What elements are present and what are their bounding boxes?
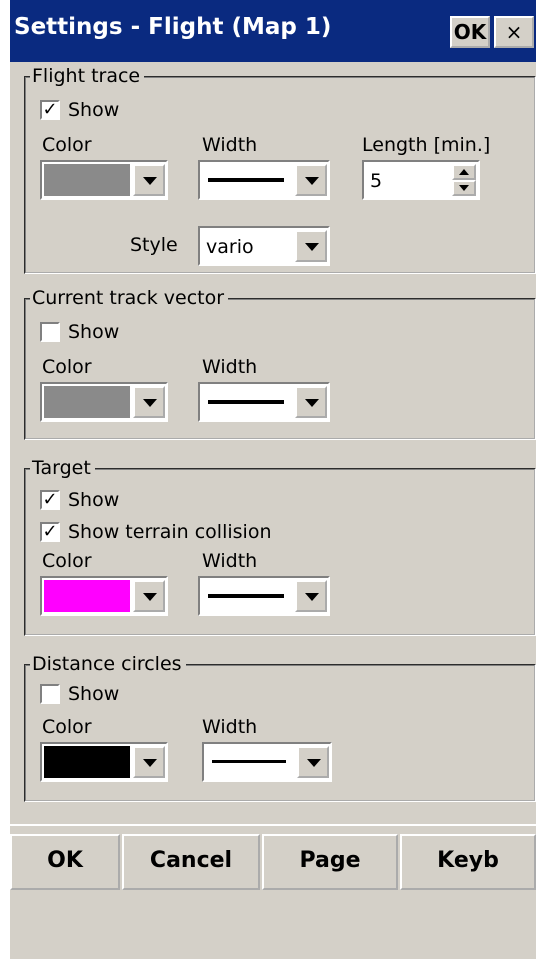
- flight-trace-style-label: Style: [130, 234, 178, 256]
- target-color-swatch: [44, 580, 130, 612]
- left-edge: [0, 0, 10, 959]
- flight-trace-length-label: Length [min.]: [362, 134, 491, 156]
- spinner-buttons: [452, 164, 476, 196]
- close-icon[interactable]: ×: [494, 16, 534, 48]
- flight-trace-length-value: 5: [370, 170, 383, 192]
- target-legend: Target: [30, 456, 95, 480]
- line-width-sample: [212, 760, 286, 763]
- flight-trace-color-label: Color: [42, 134, 92, 156]
- flight-trace-length-spinner[interactable]: 5: [362, 160, 480, 200]
- flight-trace-group: Flight trace ✓ Show Color Width Length […: [24, 64, 536, 274]
- target-show-checkbox[interactable]: ✓: [40, 490, 60, 510]
- current-track-vector-color-swatch: [44, 386, 130, 418]
- flight-trace-style-dropdown[interactable]: vario: [198, 226, 330, 266]
- chevron-down-icon[interactable]: [133, 746, 165, 778]
- window-title: Settings - Flight (Map 1): [14, 14, 332, 40]
- chevron-down-icon[interactable]: [295, 230, 327, 262]
- line-width-sample: [208, 178, 284, 182]
- title-bar: Settings - Flight (Map 1) OK ×: [10, 0, 536, 62]
- ok-button[interactable]: OK: [10, 834, 120, 890]
- spin-down-icon[interactable]: [452, 180, 476, 196]
- distance-circles-show-label: Show: [68, 683, 120, 705]
- title-ok-button[interactable]: OK: [450, 16, 490, 48]
- distance-circles-legend: Distance circles: [30, 652, 186, 676]
- spin-up-icon[interactable]: [452, 164, 476, 180]
- current-track-vector-show-label: Show: [68, 321, 120, 343]
- bottom-button-bar: OK Cancel Page Keyb: [10, 824, 536, 959]
- current-track-vector-color-dropdown[interactable]: [40, 382, 168, 422]
- chevron-down-icon[interactable]: [295, 164, 327, 196]
- target-width-label: Width: [202, 550, 258, 572]
- chevron-down-icon[interactable]: [295, 386, 327, 418]
- chevron-down-icon[interactable]: [133, 164, 165, 196]
- keyboard-button[interactable]: Keyb: [400, 834, 536, 890]
- flight-trace-color-swatch: [44, 164, 130, 196]
- distance-circles-width-dropdown[interactable]: [202, 742, 332, 782]
- line-width-sample: [208, 400, 284, 404]
- current-track-vector-width-label: Width: [202, 356, 258, 378]
- target-color-dropdown[interactable]: [40, 576, 168, 616]
- settings-panel: Flight trace ✓ Show Color Width Length […: [10, 62, 536, 824]
- current-track-vector-width-dropdown[interactable]: [198, 382, 330, 422]
- target-width-dropdown[interactable]: [198, 576, 330, 616]
- distance-circles-show-checkbox[interactable]: [40, 684, 60, 704]
- target-group: Target ✓ Show ✓ Show terrain collision C…: [24, 456, 536, 636]
- distance-circles-width-label: Width: [202, 716, 258, 738]
- chevron-down-icon[interactable]: [295, 580, 327, 612]
- flight-trace-color-dropdown[interactable]: [40, 160, 168, 200]
- current-track-vector-color-label: Color: [42, 356, 92, 378]
- distance-circles-color-swatch: [44, 746, 130, 778]
- distance-circles-color-dropdown[interactable]: [40, 742, 168, 782]
- current-track-vector-legend: Current track vector: [30, 286, 229, 310]
- target-show-label: Show: [68, 489, 120, 511]
- cancel-button[interactable]: Cancel: [122, 834, 260, 890]
- flight-trace-legend: Flight trace: [30, 64, 145, 88]
- page-button[interactable]: Page: [262, 834, 398, 890]
- target-terrain-collision-label: Show terrain collision: [68, 521, 272, 543]
- chevron-down-icon[interactable]: [133, 386, 165, 418]
- current-track-vector-group: Current track vector Show Color Width: [24, 286, 536, 440]
- target-color-label: Color: [42, 550, 92, 572]
- current-track-vector-show-checkbox[interactable]: [40, 322, 60, 342]
- flight-trace-style-value: vario: [206, 236, 254, 258]
- target-terrain-collision-checkbox[interactable]: ✓: [40, 522, 60, 542]
- flight-trace-width-label: Width: [202, 134, 258, 156]
- flight-trace-show-checkbox[interactable]: ✓: [40, 100, 60, 120]
- line-width-sample: [208, 594, 284, 598]
- distance-circles-group: Distance circles Show Color Width: [24, 652, 536, 802]
- chevron-down-icon[interactable]: [133, 580, 165, 612]
- flight-trace-show-label: Show: [68, 99, 120, 121]
- distance-circles-color-label: Color: [42, 716, 92, 738]
- chevron-down-icon[interactable]: [297, 746, 329, 778]
- flight-trace-width-dropdown[interactable]: [198, 160, 330, 200]
